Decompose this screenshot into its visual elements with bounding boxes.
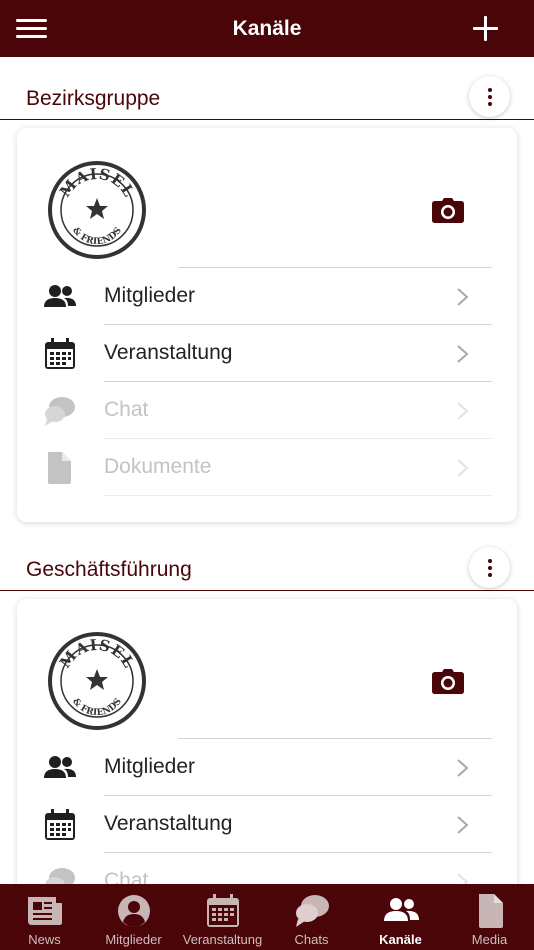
users-icon bbox=[44, 285, 76, 307]
tab-label: Kanäle bbox=[379, 932, 422, 947]
chat-icon bbox=[45, 397, 75, 426]
channel-list: Bezirksgruppe MAISEL & FRIENDS Mitgliede… bbox=[0, 57, 534, 884]
tab-mitglieder[interactable]: Mitglieder bbox=[89, 884, 178, 950]
tab-kanaele[interactable]: Kanäle bbox=[356, 884, 445, 950]
users-icon bbox=[44, 756, 76, 778]
channel-section: Bezirksgruppe MAISEL & FRIENDS Mitgliede… bbox=[0, 57, 534, 522]
channel-item-dokumente[interactable]: Dokumente bbox=[17, 439, 517, 496]
svg-text:MAISEL: MAISEL bbox=[56, 636, 138, 672]
chat-icon bbox=[295, 895, 329, 927]
maisel-friends-logo: MAISEL & FRIENDS bbox=[48, 161, 146, 259]
document-icon bbox=[478, 894, 503, 928]
section-header: Geschäftsführung bbox=[0, 528, 534, 591]
svg-text:& FRIENDS: & FRIENDS bbox=[70, 226, 124, 247]
users-icon bbox=[383, 898, 419, 921]
maisel-friends-logo: MAISEL & FRIENDS bbox=[48, 632, 146, 730]
chevron-right-icon bbox=[457, 402, 469, 420]
tab-label: Chats bbox=[294, 932, 329, 947]
user-circle-icon bbox=[117, 895, 150, 927]
divider bbox=[104, 495, 492, 496]
chevron-right-icon bbox=[457, 459, 469, 477]
channel-item-label: Mitglieder bbox=[104, 284, 196, 307]
page-title: Kanäle bbox=[232, 16, 302, 40]
chevron-right-icon bbox=[457, 873, 469, 884]
more-options-icon[interactable] bbox=[469, 547, 510, 588]
document-icon bbox=[48, 452, 71, 484]
card-header: MAISEL & FRIENDS bbox=[17, 128, 517, 268]
calendar-icon bbox=[206, 894, 239, 927]
channel-item-label: Chat bbox=[104, 398, 149, 421]
svg-text:MAISEL: MAISEL bbox=[56, 165, 138, 201]
chevron-right-icon bbox=[457, 288, 469, 306]
menu-icon[interactable] bbox=[16, 19, 47, 39]
section-header: Bezirksgruppe bbox=[0, 57, 534, 120]
camera-icon[interactable] bbox=[432, 669, 464, 694]
chevron-right-icon bbox=[457, 816, 469, 834]
chevron-right-icon bbox=[457, 759, 469, 777]
news-icon bbox=[27, 897, 62, 925]
channel-item-label: Veranstaltung bbox=[104, 341, 233, 364]
add-icon[interactable] bbox=[473, 16, 498, 41]
channel-item-mitglieder[interactable]: Mitglieder bbox=[17, 739, 517, 796]
more-options-icon[interactable] bbox=[469, 76, 510, 117]
channel-item-label: Chat bbox=[104, 869, 149, 884]
card-header: MAISEL & FRIENDS bbox=[17, 599, 517, 739]
channel-section: Geschäftsführung MAISEL & FRIENDS Mitgli… bbox=[0, 528, 534, 884]
channel-item-label: Dokumente bbox=[104, 455, 212, 478]
tab-veranstaltung[interactable]: Veranstaltung bbox=[178, 884, 267, 950]
calendar-icon bbox=[45, 809, 75, 840]
section-title: Geschäftsführung bbox=[26, 558, 192, 581]
chevron-right-icon bbox=[457, 345, 469, 363]
channel-item-chat[interactable]: Chat bbox=[17, 382, 517, 439]
svg-text:& FRIENDS: & FRIENDS bbox=[70, 697, 124, 718]
section-title: Bezirksgruppe bbox=[26, 87, 161, 110]
chat-icon bbox=[45, 868, 75, 884]
channel-card: MAISEL & FRIENDS Mitglieder Veranstaltun… bbox=[17, 599, 517, 884]
channel-item-veranstaltung[interactable]: Veranstaltung bbox=[17, 796, 517, 853]
channel-item-veranstaltung[interactable]: Veranstaltung bbox=[17, 325, 517, 382]
channel-card: MAISEL & FRIENDS Mitglieder Veranstaltun… bbox=[17, 128, 517, 522]
tab-media[interactable]: Media bbox=[445, 884, 534, 950]
channel-item-label: Mitglieder bbox=[104, 755, 196, 778]
calendar-icon bbox=[45, 338, 75, 369]
bottom-tab-bar: News Mitglieder Veranstaltung Chats Kanä… bbox=[0, 884, 534, 950]
tab-label: News bbox=[28, 932, 61, 947]
top-app-bar: Kanäle bbox=[0, 0, 534, 57]
tab-label: Veranstaltung bbox=[182, 932, 263, 947]
tab-label: Mitglieder bbox=[105, 932, 162, 947]
channel-item-label: Veranstaltung bbox=[104, 812, 233, 835]
channel-item-mitglieder[interactable]: Mitglieder bbox=[17, 268, 517, 325]
tab-chats[interactable]: Chats bbox=[267, 884, 356, 950]
tab-news[interactable]: News bbox=[0, 884, 89, 950]
camera-icon[interactable] bbox=[432, 198, 464, 223]
channel-item-chat[interactable]: Chat bbox=[17, 853, 517, 884]
tab-label: Media bbox=[471, 932, 508, 947]
